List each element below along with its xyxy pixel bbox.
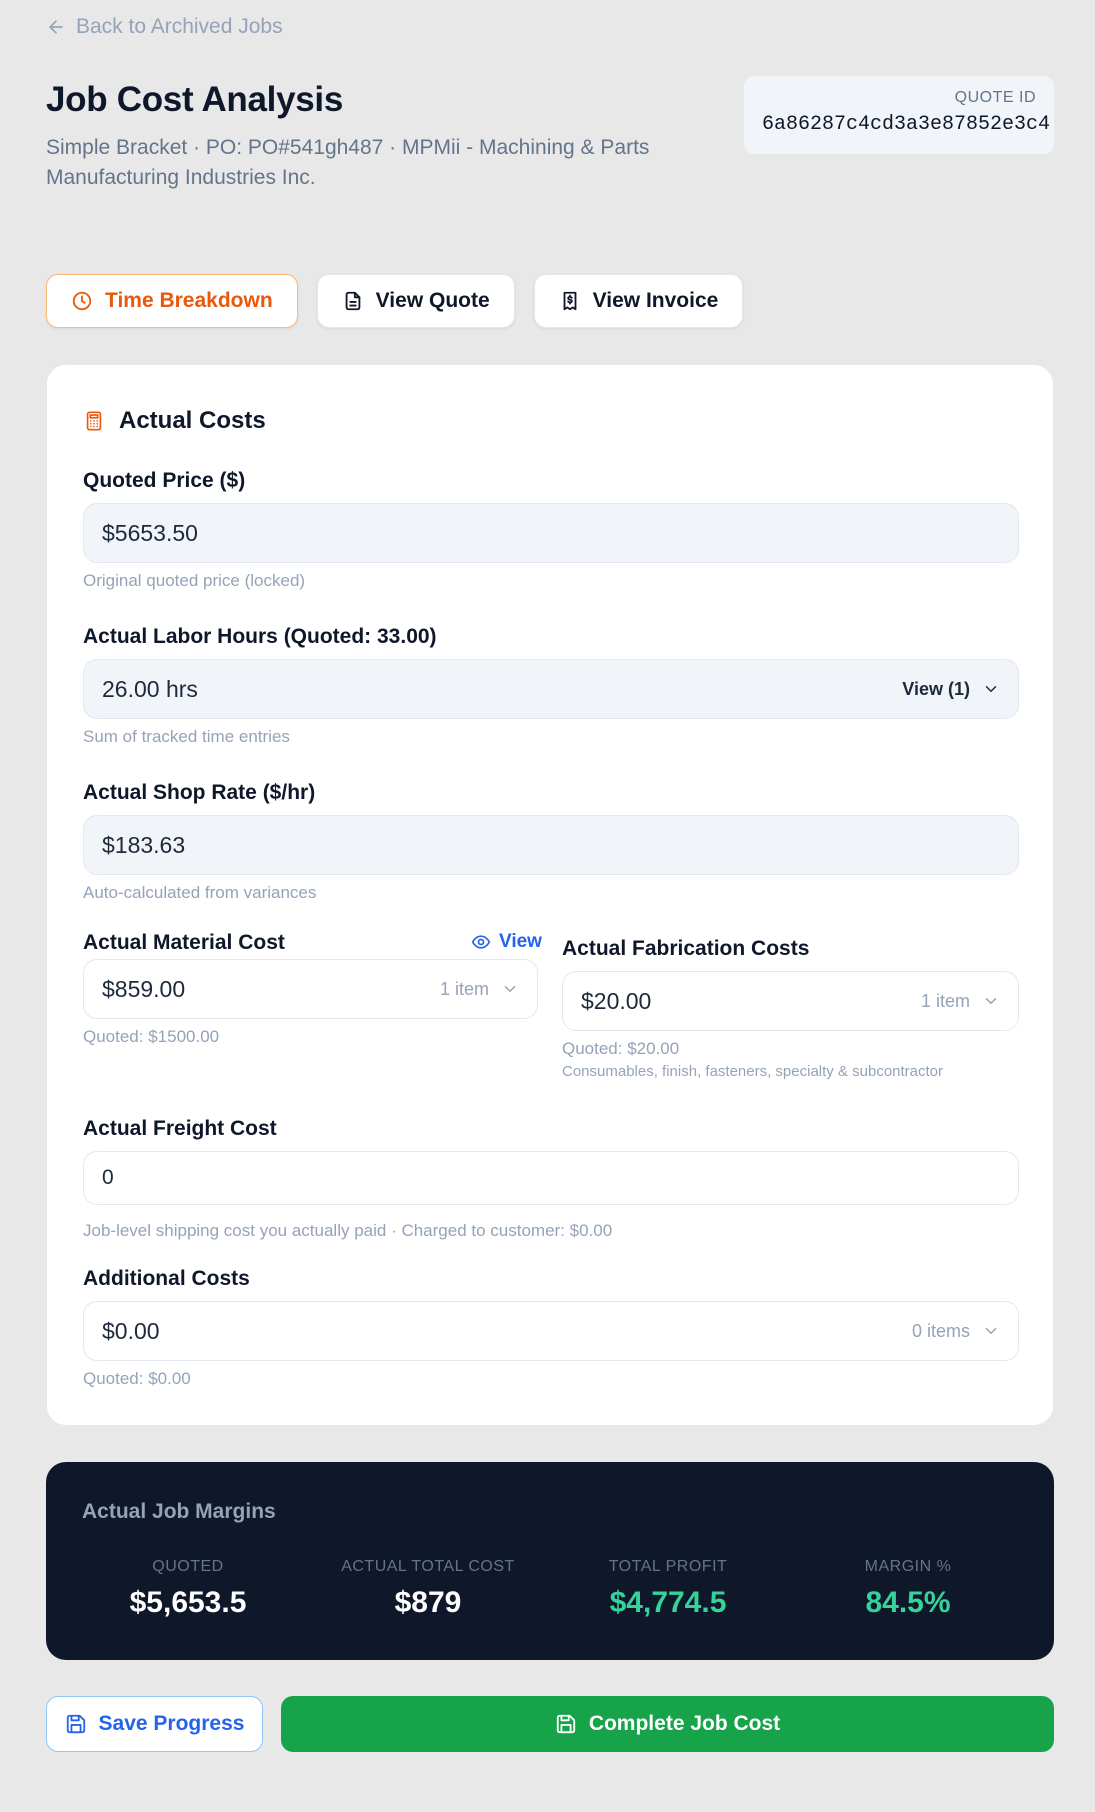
page-subtitle: Simple Bracket · PO: PO#541gh487 · MPMii…: [46, 136, 650, 189]
save-progress-label: Save Progress: [98, 1712, 245, 1735]
job-margins-panel: Actual Job Margins QUOTED $5,653.5 ACTUA…: [46, 1462, 1054, 1660]
document-icon: [345, 291, 361, 311]
metric-value: 84.5%: [865, 1586, 951, 1619]
complete-job-cost-button[interactable]: Complete Job Cost: [281, 1696, 1054, 1752]
chevron-down-icon: [504, 986, 516, 993]
fabrication-items-toggle[interactable]: 1 item: [921, 991, 1000, 1012]
save-icon: [556, 1714, 575, 1734]
metric-value: $4,774.5: [609, 1586, 727, 1619]
quote-id-label: QUOTE ID: [954, 89, 1036, 106]
calculator-icon: [86, 411, 102, 431]
card-heading: Actual Costs: [83, 407, 266, 435]
chevron-down-icon: [985, 1328, 997, 1335]
shop-rate-label: Actual Shop Rate ($/hr): [83, 781, 316, 804]
chevron-down-icon: [985, 686, 997, 693]
labor-hours-view-toggle[interactable]: View (1): [902, 679, 1000, 700]
additional-items-toggle[interactable]: 0 items: [912, 1321, 1000, 1342]
invoice-icon: [563, 291, 577, 311]
additional-items-count: 0 items: [911, 1320, 970, 1341]
fabrication-hint: Quoted: $20.00: [562, 1039, 680, 1058]
metric-label: MARGIN %: [864, 1558, 952, 1575]
chevron-down-icon: [985, 998, 997, 1005]
actual-costs-card: Actual Costs Quoted Price ($) $5653.50 O…: [46, 364, 1054, 1426]
metric-actual-total-cost: ACTUAL TOTAL COST $879: [308, 1558, 548, 1620]
additional-hint: Quoted: $0.00: [83, 1369, 191, 1388]
margins-title: Actual Job Margins: [82, 1500, 276, 1523]
material-cost-label: Actual Material Cost: [83, 931, 285, 954]
clock-icon: [72, 291, 92, 311]
fabrication-cost-field[interactable]: $20.00 1 item: [562, 971, 1019, 1031]
material-items-toggle[interactable]: 1 item: [440, 979, 519, 1000]
arrow-left-icon: [49, 20, 63, 34]
metric-label: TOTAL PROFIT: [608, 1558, 728, 1575]
material-view-link[interactable]: View: [471, 931, 542, 953]
labor-hours-field: 26.00 hrs View (1): [83, 659, 1019, 719]
labor-hours-value: 26.00 hrs: [102, 675, 198, 702]
material-items-count: 1 item: [439, 978, 489, 999]
fabrication-items-count: 1 item: [920, 990, 970, 1011]
additional-costs-value: $0.00: [102, 1317, 160, 1344]
eye-icon: [471, 935, 491, 949]
labor-hours-label: Actual Labor Hours (Quoted: 33.00): [83, 625, 437, 648]
tab-bar: Time Breakdown View Quote View Invoice: [46, 274, 744, 328]
fabrication-cost-label: Actual Fabrication Costs: [562, 937, 810, 960]
save-progress-button[interactable]: Save Progress: [46, 1696, 263, 1752]
save-icon: [66, 1714, 85, 1734]
metric-total-profit: TOTAL PROFIT $4,774.5: [548, 1558, 788, 1620]
quote-id-box: QUOTE ID 6a86287c4cd3a3e87852e3c4: [744, 76, 1054, 154]
quoted-price-field: $5653.50: [83, 503, 1019, 563]
fabrication-sub-hint: Consumables, finish, fasteners, specialt…: [562, 1063, 944, 1080]
tab-view-invoice[interactable]: View Invoice: [533, 274, 744, 328]
material-cost-value: $859.00: [102, 975, 186, 1002]
fabrication-cost-value: $20.00: [581, 987, 652, 1014]
tab-view-quote[interactable]: View Quote: [316, 274, 515, 328]
freight-cost-value: 0: [102, 1166, 114, 1189]
quote-id-value: 6a86287c4cd3a3e87852e3c4: [762, 113, 1051, 136]
material-view-label: View: [499, 931, 542, 952]
metric-label: QUOTED: [152, 1558, 224, 1575]
quoted-price-label: Quoted Price ($): [83, 469, 246, 492]
metric-label: ACTUAL TOTAL COST: [341, 1558, 515, 1575]
metric-value: $879: [394, 1586, 462, 1619]
tab-time-breakdown[interactable]: Time Breakdown: [46, 274, 298, 328]
labor-hours-hint: Sum of tracked time entries: [83, 727, 290, 746]
freight-cost-label: Actual Freight Cost: [83, 1117, 277, 1140]
metric-value: $5,653.5: [129, 1586, 247, 1619]
shop-rate-field: $183.63: [83, 815, 1019, 875]
card-title: Actual Costs: [119, 407, 266, 434]
quoted-price-value: $5653.50: [102, 519, 198, 546]
additional-costs-label: Additional Costs: [83, 1267, 250, 1290]
shop-rate-hint: Auto-calculated from variances: [83, 883, 317, 902]
back-link-label: Back to Archived Jobs: [76, 15, 283, 38]
page-title: Job Cost Analysis: [46, 80, 344, 119]
material-hint: Quoted: $1500.00: [83, 1027, 220, 1046]
labor-hours-view-label: View (1): [902, 678, 970, 699]
tab-label: Time Breakdown: [105, 289, 273, 312]
metric-margin-percent: MARGIN % 84.5%: [788, 1558, 1028, 1620]
material-cost-field[interactable]: $859.00 1 item: [83, 959, 538, 1019]
shop-rate-value: $183.63: [102, 831, 186, 858]
quoted-price-hint: Original quoted price (locked): [83, 571, 306, 590]
back-link[interactable]: Back to Archived Jobs: [46, 12, 283, 42]
additional-costs-field[interactable]: $0.00 0 items: [83, 1301, 1019, 1361]
complete-job-cost-label: Complete Job Cost: [588, 1712, 781, 1735]
freight-hint: Job-level shipping cost you actually pai…: [83, 1221, 613, 1240]
metric-quoted: QUOTED $5,653.5: [68, 1558, 308, 1620]
tab-label: View Invoice: [592, 289, 719, 312]
tab-label: View Quote: [375, 289, 490, 312]
freight-cost-input[interactable]: 0: [83, 1151, 1019, 1205]
action-bar: Save Progress Complete Job Cost: [46, 1696, 1054, 1752]
